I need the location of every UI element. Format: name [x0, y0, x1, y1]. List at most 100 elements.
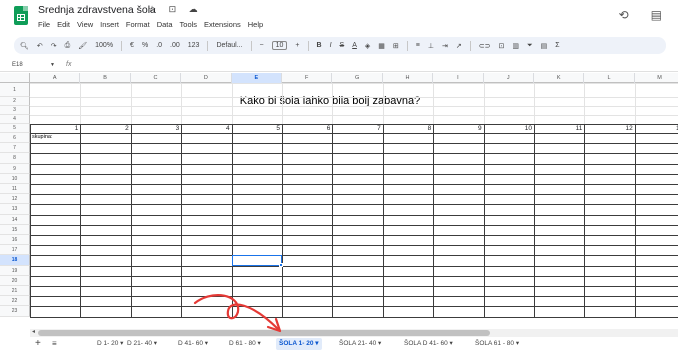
row-header-22[interactable]: 22: [0, 296, 30, 307]
row-header-11[interactable]: 11: [0, 184, 30, 195]
group-number-cell[interactable]: 11: [534, 125, 583, 132]
name-box-dropdown-icon[interactable]: ▼: [50, 62, 55, 68]
group-label[interactable]: skupina:: [32, 134, 53, 140]
tab-menu-chevron-down-icon[interactable]: ▾: [203, 340, 208, 347]
row-header-6[interactable]: 6: [0, 133, 30, 144]
row-header-9[interactable]: 9: [0, 163, 30, 174]
column-header-h[interactable]: H: [383, 73, 434, 83]
group-number-cell[interactable]: 7: [332, 125, 381, 132]
scrollbar-thumb[interactable]: [38, 330, 490, 336]
column-header-g[interactable]: G: [332, 73, 383, 83]
group-number-cell[interactable]: 4: [181, 125, 230, 132]
row-header-18[interactable]: 18: [0, 255, 30, 266]
sheet-tab[interactable]: ŠOLA 21- 40 ▾: [336, 338, 384, 350]
increase-decimal-button[interactable]: .00: [170, 42, 180, 49]
vertical-align-icon[interactable]: ⊥: [428, 42, 434, 50]
name-box[interactable]: E18: [12, 62, 23, 68]
row-header-13[interactable]: 13: [0, 204, 30, 215]
group-number-cell[interactable]: 6: [282, 125, 331, 132]
menu-extensions[interactable]: Extensions: [204, 20, 241, 29]
zoom-select[interactable]: 100%: [95, 42, 113, 49]
insert-link-icon[interactable]: ⊂⊃: [479, 42, 491, 50]
selected-cell[interactable]: [231, 255, 282, 266]
group-number-cell[interactable]: 3: [131, 125, 180, 132]
filter-views-icon[interactable]: ▤: [541, 42, 548, 50]
title-action-icons[interactable]: ☆ ⊡ ☁: [148, 4, 203, 15]
tab-menu-chevron-down-icon[interactable]: ▾: [152, 340, 157, 347]
version-history-icon[interactable]: ⟲: [619, 8, 629, 22]
borders-icon[interactable]: ▦: [378, 42, 385, 50]
tab-menu-chevron-down-icon[interactable]: ▾: [118, 340, 123, 347]
column-header-e[interactable]: E: [231, 73, 282, 83]
select-all-corner[interactable]: [0, 73, 30, 83]
row-header-5[interactable]: 5: [0, 124, 30, 133]
tab-menu-chevron-down-icon[interactable]: ▾: [313, 340, 318, 347]
row-header-19[interactable]: 19: [0, 265, 30, 276]
row-header-16[interactable]: 16: [0, 235, 30, 246]
scroll-left-icon[interactable]: ◂: [32, 328, 35, 335]
row-header-14[interactable]: 14: [0, 214, 30, 225]
column-header-b[interactable]: B: [80, 73, 131, 83]
cell-area[interactable]: Kako bi šola lahko bila bolj zabavna? sk…: [30, 83, 678, 329]
sheet-tab[interactable]: ŠOLA D 41- 60 ▾: [401, 338, 456, 350]
print-icon[interactable]: ⎙: [65, 42, 71, 50]
group-number-cell[interactable]: 1: [30, 125, 79, 132]
decrease-decimal-button[interactable]: .0: [156, 42, 162, 49]
fill-handle[interactable]: [279, 262, 283, 267]
search-menus-icon[interactable]: 🔍︎: [20, 42, 29, 50]
column-header-m[interactable]: M: [635, 73, 678, 83]
sheet-tab[interactable]: D 1- 20 ▾: [94, 338, 126, 350]
menu-file[interactable]: File: [38, 20, 50, 29]
row-header-10[interactable]: 10: [0, 173, 30, 184]
functions-button[interactable]: Σ: [555, 42, 559, 49]
insert-comment-icon[interactable]: ⊡: [498, 42, 504, 50]
spreadsheet-grid[interactable]: ABCDEFGHIJKLM 1 2 3 4 5 6 7 8 9 10 11 12 13 14 15 16 17 1…: [0, 73, 678, 329]
group-number-cell[interactable]: 2: [80, 125, 129, 132]
tab-menu-chevron-down-icon[interactable]: ▾: [256, 340, 261, 347]
row-header-2[interactable]: 2: [0, 97, 30, 106]
sheet-tab[interactable]: D 21- 40 ▾: [124, 338, 160, 350]
insert-chart-icon[interactable]: ▥: [512, 42, 519, 50]
menu-tools[interactable]: Tools: [180, 20, 198, 29]
horizontal-align-icon[interactable]: ≡: [416, 42, 420, 49]
fill-color-icon[interactable]: ◈: [365, 42, 370, 50]
row-header-4[interactable]: 4: [0, 115, 30, 124]
menu-data[interactable]: Data: [157, 20, 173, 29]
sheet-tab[interactable]: D 61 - 80 ▾: [226, 338, 264, 350]
column-header-i[interactable]: I: [433, 73, 484, 83]
strikethrough-button[interactable]: S: [340, 42, 345, 49]
menu-format[interactable]: Format: [126, 20, 150, 29]
all-sheets-button[interactable]: ≡: [52, 339, 57, 348]
sheet-tab[interactable]: D 41- 60 ▾: [175, 338, 211, 350]
menu-view[interactable]: View: [77, 20, 93, 29]
redo-icon[interactable]: ↷: [51, 42, 57, 50]
column-header-d[interactable]: D: [181, 73, 232, 83]
column-header-k[interactable]: K: [534, 73, 585, 83]
column-header-a[interactable]: A: [30, 73, 81, 83]
menu-help[interactable]: Help: [248, 20, 263, 29]
text-color-button[interactable]: A: [352, 42, 357, 49]
document-title[interactable]: Srednja zdravstvena šola: [38, 4, 156, 16]
tab-menu-chevron-down-icon[interactable]: ▾: [514, 340, 519, 347]
row-header-17[interactable]: 17: [0, 245, 30, 256]
percent-format-button[interactable]: %: [142, 42, 148, 49]
currency-format-button[interactable]: €: [130, 42, 134, 49]
group-number-cell[interactable]: 13: [635, 125, 678, 132]
group-number-cell[interactable]: 5: [232, 125, 280, 132]
row-header-1[interactable]: 1: [0, 83, 30, 97]
group-number-cell[interactable]: 8: [383, 125, 432, 132]
sheet-tab[interactable]: ŠOLA 1- 20 ▾: [276, 338, 322, 350]
row-header-8[interactable]: 8: [0, 153, 30, 164]
group-number-cell[interactable]: 10: [484, 125, 532, 132]
horizontal-scrollbar[interactable]: ◂: [30, 329, 678, 337]
row-header-23[interactable]: 23: [0, 306, 30, 317]
column-header-f[interactable]: F: [282, 73, 333, 83]
sheets-logo-icon[interactable]: [14, 6, 28, 25]
font-size-decrease-button[interactable]: −: [260, 42, 264, 49]
undo-icon[interactable]: ↶: [37, 42, 43, 50]
filter-icon[interactable]: ⏷: [527, 42, 533, 50]
text-rotation-icon[interactable]: ↗: [456, 42, 462, 50]
row-header-20[interactable]: 20: [0, 275, 30, 286]
row-header-15[interactable]: 15: [0, 224, 30, 235]
tab-menu-chevron-down-icon[interactable]: ▾: [448, 340, 453, 347]
